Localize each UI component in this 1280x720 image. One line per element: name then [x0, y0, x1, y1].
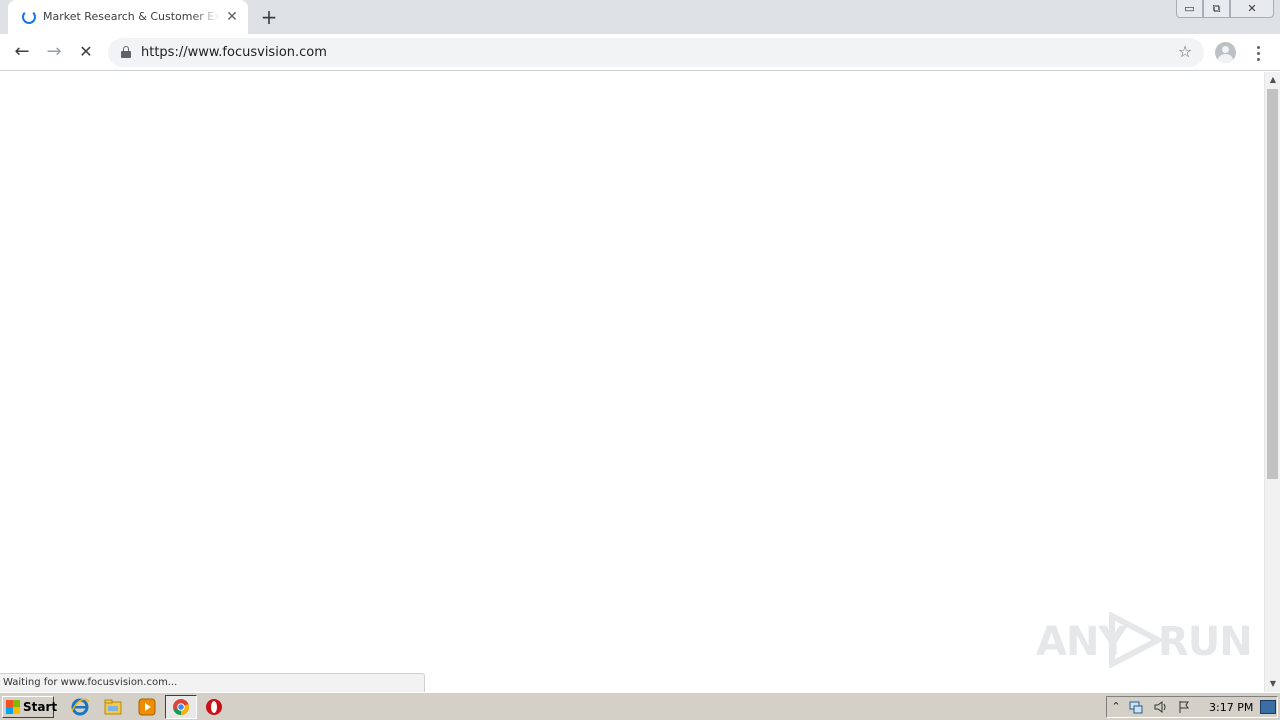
scrollbar-thumb[interactable] — [1267, 89, 1278, 479]
taskbar: Start ⌃ 3:17 PM — [0, 692, 1280, 720]
close-icon: ✕ — [1247, 2, 1257, 15]
tray-expand-icon[interactable]: ⌃ — [1109, 700, 1123, 714]
window-controls: ▭ ⧉ ✕ — [1176, 0, 1274, 18]
minimize-icon: ▭ — [1184, 2, 1195, 15]
chrome-icon — [173, 699, 190, 716]
tab-strip: Market Research & Customer Experience ✕ … — [0, 0, 1280, 34]
windows-logo-icon — [6, 700, 20, 714]
status-text: Waiting for www.focusvision.com... — [3, 677, 178, 688]
scroll-up-icon[interactable]: ▲ — [1265, 72, 1280, 88]
action-center-flag-icon[interactable] — [1177, 700, 1191, 714]
page-content[interactable] — [0, 72, 1264, 692]
browser-menu-icon[interactable] — [1251, 42, 1265, 64]
tab-active[interactable]: Market Research & Customer Experience ✕ — [8, 0, 248, 34]
restore-button[interactable]: ⧉ — [1203, 0, 1230, 18]
profile-avatar-icon[interactable] — [1215, 42, 1236, 63]
stop-loading-button[interactable]: ✕ — [74, 40, 98, 64]
restore-icon: ⧉ — [1212, 1, 1221, 15]
browser-window: Market Research & Customer Experience ✕ … — [0, 0, 1280, 692]
lock-icon[interactable] — [121, 46, 131, 58]
spinner-icon — [22, 10, 36, 24]
minimize-button[interactable]: ▭ — [1176, 0, 1203, 18]
watermark-right-text: RUN — [1158, 619, 1253, 665]
status-bubble: Waiting for www.focusvision.com... — [0, 673, 425, 692]
scroll-down-icon[interactable]: ▼ — [1265, 676, 1280, 692]
tab-close-icon[interactable]: ✕ — [224, 9, 240, 25]
play-logo-icon — [1109, 612, 1165, 668]
forward-button[interactable]: → — [42, 40, 66, 64]
volume-icon[interactable] — [1153, 700, 1167, 714]
address-bar[interactable]: https://www.focusvision.com ☆ — [108, 38, 1204, 67]
vertical-scrollbar[interactable]: ▲ ▼ — [1264, 72, 1280, 692]
system-tray: ⌃ 3:17 PM — [1106, 696, 1278, 718]
clock[interactable]: 3:17 PM — [1209, 701, 1253, 714]
media-player-icon[interactable] — [137, 697, 157, 717]
chrome-taskbar-button[interactable] — [165, 695, 197, 719]
close-window-button[interactable]: ✕ — [1230, 0, 1274, 18]
folder-icon[interactable] — [103, 697, 123, 717]
tab-title: Market Research & Customer Experience — [43, 10, 219, 23]
url-text[interactable]: https://www.focusvision.com — [141, 44, 327, 61]
bookmark-star-icon[interactable]: ☆ — [1176, 43, 1194, 61]
new-tab-button[interactable]: + — [258, 6, 280, 28]
internet-explorer-icon[interactable] — [70, 697, 90, 717]
show-desktop-button[interactable] — [1260, 700, 1276, 714]
anyrun-watermark: ANY RUN — [1036, 606, 1253, 670]
start-label: Start — [23, 700, 58, 714]
browser-toolbar: ← → ✕ https://www.focusvision.com ☆ — [0, 34, 1280, 71]
back-button[interactable]: ← — [10, 40, 34, 64]
start-button[interactable]: Start — [2, 696, 58, 718]
network-icon[interactable] — [1129, 700, 1143, 714]
opera-icon[interactable] — [204, 697, 224, 717]
